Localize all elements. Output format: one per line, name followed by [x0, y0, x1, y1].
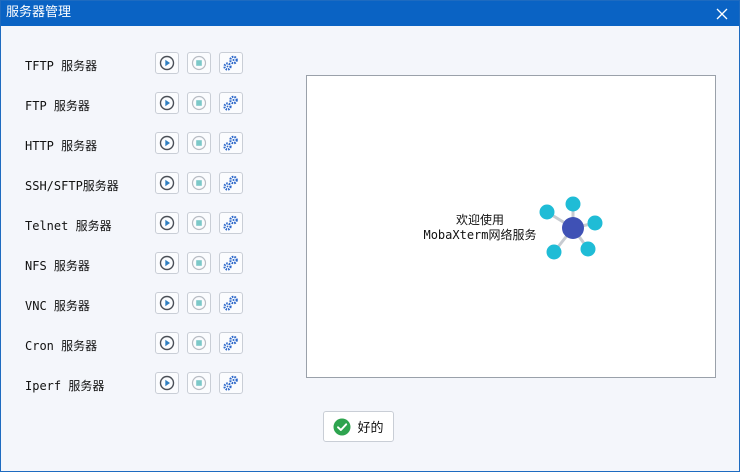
play-circle-icon — [159, 295, 175, 311]
server-row-tftp: TFTP 服务器 — [1, 52, 301, 78]
ok-button[interactable]: 好的 — [323, 411, 394, 442]
server-row-http: HTTP 服务器 — [1, 132, 301, 158]
server-label: FTP 服务器 — [25, 99, 90, 113]
stop-square-icon — [191, 255, 207, 271]
server-label: Telnet 服务器 — [25, 219, 112, 233]
network-hub-icon — [539, 196, 603, 260]
server-row-cron: Cron 服务器 — [1, 332, 301, 358]
server-row-ftp: FTP 服务器 — [1, 92, 301, 118]
close-button[interactable] — [705, 1, 739, 26]
gears-icon — [223, 215, 238, 231]
gears-icon — [223, 375, 238, 391]
server-label: VNC 服务器 — [25, 299, 90, 313]
play-circle-icon — [159, 95, 175, 111]
welcome-line-1: 欢迎使用 — [455, 213, 504, 227]
gears-icon — [223, 255, 238, 271]
start-vnc-button[interactable] — [155, 292, 179, 314]
stop-square-icon — [191, 55, 207, 71]
server-row-telnet: Telnet 服务器 — [1, 212, 301, 238]
play-circle-icon — [159, 335, 175, 351]
ok-button-label: 好的 — [357, 421, 384, 436]
stop-ftp-button[interactable] — [187, 92, 211, 114]
stop-cron-button[interactable] — [187, 332, 211, 354]
stop-iperf-button[interactable] — [187, 372, 211, 394]
stop-tftp-button[interactable] — [187, 52, 211, 74]
server-label: HTTP 服务器 — [25, 139, 98, 153]
stop-square-icon — [191, 135, 207, 151]
server-label: TFTP 服务器 — [25, 59, 98, 73]
gears-icon — [223, 135, 238, 151]
stop-http-button[interactable] — [187, 132, 211, 154]
server-label: Cron 服务器 — [25, 339, 98, 353]
close-icon — [716, 8, 728, 19]
config-nfs-button[interactable] — [219, 252, 243, 274]
start-ssh-sftp-button[interactable] — [155, 172, 179, 194]
server-row-ssh-sftp: SSH/SFTP服务器 — [1, 172, 301, 198]
server-manager-window: 服务器管理 TFTP 服务器 FTP 服务器 HTTP 服务器 SSH/SFTP… — [0, 0, 740, 472]
start-ftp-button[interactable] — [155, 92, 179, 114]
gears-icon — [223, 55, 238, 71]
play-circle-icon — [159, 135, 175, 151]
start-cron-button[interactable] — [155, 332, 179, 354]
play-circle-icon — [159, 175, 175, 191]
config-vnc-button[interactable] — [219, 292, 243, 314]
stop-nfs-button[interactable] — [187, 252, 211, 274]
server-row-iperf: Iperf 服务器 — [1, 372, 301, 398]
stop-square-icon — [191, 95, 207, 111]
window-title: 服务器管理 — [6, 5, 72, 20]
title-bar: 服务器管理 — [1, 1, 739, 26]
stop-square-icon — [191, 215, 207, 231]
play-circle-icon — [159, 255, 175, 271]
stop-telnet-button[interactable] — [187, 212, 211, 234]
play-circle-icon — [159, 55, 175, 71]
start-nfs-button[interactable] — [155, 252, 179, 274]
stop-square-icon — [191, 295, 207, 311]
welcome-line-2: MobaXterm网络服务 — [423, 228, 537, 242]
server-row-nfs: NFS 服务器 — [1, 252, 301, 278]
start-tftp-button[interactable] — [155, 52, 179, 74]
info-panel: 欢迎使用 MobaXterm网络服务 — [306, 75, 716, 378]
config-ssh-sftp-button[interactable] — [219, 172, 243, 194]
start-telnet-button[interactable] — [155, 212, 179, 234]
start-http-button[interactable] — [155, 132, 179, 154]
config-http-button[interactable] — [219, 132, 243, 154]
config-ftp-button[interactable] — [219, 92, 243, 114]
stop-square-icon — [191, 335, 207, 351]
stop-square-icon — [191, 375, 207, 391]
gears-icon — [223, 335, 238, 351]
welcome-message: 欢迎使用 MobaXterm网络服务 — [410, 213, 550, 243]
config-telnet-button[interactable] — [219, 212, 243, 234]
stop-ssh-sftp-button[interactable] — [187, 172, 211, 194]
config-tftp-button[interactable] — [219, 52, 243, 74]
check-circle-icon — [333, 418, 351, 435]
server-label: SSH/SFTP服务器 — [25, 179, 119, 193]
start-iperf-button[interactable] — [155, 372, 179, 394]
server-label: Iperf 服务器 — [25, 379, 105, 393]
config-cron-button[interactable] — [219, 332, 243, 354]
server-row-vnc: VNC 服务器 — [1, 292, 301, 318]
play-circle-icon — [159, 375, 175, 391]
play-circle-icon — [159, 215, 175, 231]
gears-icon — [223, 175, 238, 191]
gears-icon — [223, 295, 238, 311]
config-iperf-button[interactable] — [219, 372, 243, 394]
server-label: NFS 服务器 — [25, 259, 90, 273]
gears-icon — [223, 95, 238, 111]
stop-vnc-button[interactable] — [187, 292, 211, 314]
stop-square-icon — [191, 175, 207, 191]
